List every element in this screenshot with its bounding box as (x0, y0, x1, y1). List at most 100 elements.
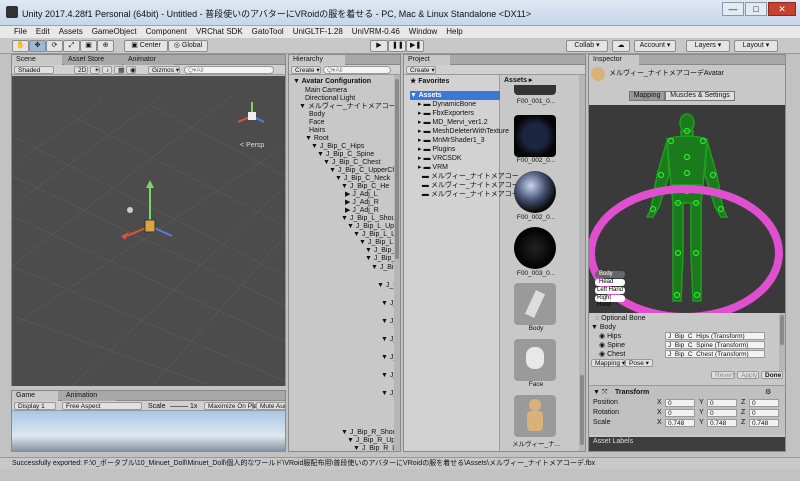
tab-inspector[interactable]: Inspector (589, 55, 639, 65)
favorites-label[interactable]: ★ Favorites (410, 77, 449, 86)
minimize-button[interactable]: — (722, 2, 744, 16)
rect-tool-icon[interactable]: ▣ (80, 40, 97, 52)
scene-viewport[interactable]: < Persp (12, 76, 285, 386)
menu-unigltf[interactable]: UniGLTF-1.28 (293, 26, 343, 38)
layers-dropdown[interactable]: Layers ▾ (686, 40, 730, 52)
tab-animator[interactable]: Animator (124, 55, 174, 65)
tab-hierarchy[interactable]: Hierarchy (289, 55, 345, 65)
transform-tool-icon[interactable]: ⊕ (97, 40, 114, 52)
scale-z-field[interactable]: 0.748 (749, 419, 779, 427)
collab-button[interactable]: Collab ▾ (566, 40, 608, 52)
menu-help[interactable]: Help (446, 26, 462, 38)
scale-y-field[interactable]: 0.748 (707, 419, 737, 427)
scene-search-input[interactable]: Q▾All (184, 66, 274, 74)
pivot-global-button[interactable]: ◎ Global (168, 40, 208, 52)
position-z-field[interactable]: 0 (749, 399, 779, 407)
tab-animation[interactable]: Animation (62, 391, 116, 401)
asset-thumbnail[interactable] (514, 171, 556, 213)
inspector-scroll-thumb[interactable] (780, 315, 784, 345)
folder-item[interactable]: ▬ メルヴィー_ナイトメアコー (418, 190, 519, 199)
component-settings-icon[interactable]: ⚙ (765, 388, 771, 397)
2d-toggle[interactable]: 2D (74, 66, 88, 74)
shading-mode-dropdown[interactable]: Shaded (14, 66, 54, 74)
position-x-field[interactable]: 0 (665, 399, 695, 407)
rotation-y-field[interactable]: 0 (707, 409, 737, 417)
menu-window[interactable]: Window (409, 26, 437, 38)
folder-item[interactable]: ▸ ▬ VRCSDK (418, 154, 462, 163)
pose-dropdown[interactable]: Pose ▾ (625, 359, 653, 367)
hierarchy-scrollbar[interactable] (394, 75, 400, 451)
project-create-button[interactable]: Create ▾ (406, 66, 436, 74)
folder-item[interactable]: ▸ ▬ Plugins (418, 145, 455, 154)
hierarchy-item[interactable]: ▼ J_I (377, 281, 395, 290)
hierarchy-item[interactable]: ▼ J_Bip_ (365, 254, 395, 263)
menu-file[interactable]: File (14, 26, 27, 38)
hierarchy-item[interactable]: ▼ J_Bip_R_L (353, 444, 396, 451)
apply-button[interactable]: Apply (737, 371, 759, 379)
maximize-on-play-toggle[interactable]: Maximize On Play (204, 402, 260, 410)
rotation-z-field[interactable]: 0 (749, 409, 779, 417)
done-button[interactable]: Done (761, 371, 783, 379)
tab-project[interactable]: Project (404, 55, 450, 65)
cloud-icon[interactable]: ☁ (612, 40, 630, 52)
hierarchy-item[interactable]: ▼ J_Bi (371, 263, 394, 272)
bone-group-left-hand[interactable]: Left Hand (595, 287, 625, 294)
hierarchy-scene-root[interactable]: ▼ Avatar Configuration (293, 77, 371, 86)
menu-component[interactable]: Component (146, 26, 187, 38)
tab-muscles-settings[interactable]: Muscles & Settings (665, 91, 735, 101)
asset-thumbnail[interactable] (514, 339, 556, 381)
menu-gatotool[interactable]: GatoTool (252, 26, 284, 38)
bone-field-chest[interactable]: J_Bip_C_Chest (Transform) (665, 350, 765, 358)
folder-item[interactable]: ▬ メルヴィー_ナイトメアコー (418, 172, 519, 181)
folder-item[interactable]: ▸ ▬ MnMrShader1_3 (418, 136, 485, 145)
asset-thumbnail[interactable] (514, 227, 556, 269)
bone-field-hips[interactable]: J_Bip_C_Hips (Transform) (665, 332, 765, 340)
bone-field-spine[interactable]: J_Bip_C_Spine (Transform) (665, 341, 765, 349)
hierarchy-search-input[interactable]: Q▾All (323, 66, 391, 74)
persp-label[interactable]: < Persp (240, 142, 264, 149)
inspector-scrollbar[interactable] (779, 313, 785, 371)
hierarchy-scroll-thumb[interactable] (395, 79, 399, 259)
bone-group-head[interactable]: Head (595, 279, 625, 286)
lighting-icon[interactable]: ☀ (90, 66, 100, 74)
asset-labels-bar[interactable]: Asset Labels (589, 437, 785, 451)
body-section-header[interactable]: ▼ Body (591, 323, 616, 332)
revert-button[interactable]: Revert (711, 371, 735, 379)
maximize-button[interactable]: □ (745, 2, 767, 16)
bone-group-body[interactable]: Body (595, 271, 625, 278)
asset-thumbnail[interactable] (514, 283, 556, 325)
scale-tool-icon[interactable]: ⤢ (63, 40, 80, 52)
hidden-objects-icon[interactable]: ◉ (126, 66, 136, 74)
tab-mapping[interactable]: Mapping (629, 91, 665, 101)
gizmos-dropdown[interactable]: Gizmos ▾ (148, 66, 180, 74)
transform-icon[interactable]: ▼ ⤧ (593, 388, 607, 397)
hierarchy-create-button[interactable]: Create ▾ (291, 66, 321, 74)
pivot-center-button[interactable]: ▣ Center (124, 40, 168, 52)
pause-button-icon[interactable]: ❚❚ (388, 40, 406, 52)
mute-audio-toggle[interactable]: Mute Audio (256, 402, 286, 410)
menu-assets[interactable]: Assets (59, 26, 83, 38)
aspect-dropdown[interactable]: Free Aspect (62, 402, 142, 410)
asset-thumbnail[interactable] (514, 115, 556, 157)
folder-item[interactable]: ▸ ▬ DynamicBone (418, 100, 476, 109)
close-button[interactable]: ✕ (768, 2, 796, 16)
menu-univrm[interactable]: UniVRM-0.46 (352, 26, 400, 38)
account-button[interactable]: Account ▾ (634, 40, 676, 52)
move-tool-icon[interactable]: ✥ (29, 40, 46, 52)
menu-vrchat-sdk[interactable]: VRChat SDK (196, 26, 243, 38)
tab-game[interactable]: Game (12, 391, 58, 401)
folder-item[interactable]: ▸ ▬ VRM (418, 163, 448, 172)
folder-item[interactable]: ▬ メルヴィー_ナイトメアコー (418, 181, 519, 190)
rotate-tool-icon[interactable]: ⟳ (46, 40, 63, 52)
menu-edit[interactable]: Edit (36, 26, 50, 38)
project-scroll-thumb[interactable] (580, 375, 584, 445)
project-scrollbar[interactable] (579, 75, 585, 451)
folder-item[interactable]: ▸ ▬ MeshDeleterWithTexture (418, 127, 509, 136)
hand-tool-icon[interactable]: ✋ (12, 40, 29, 52)
effects-icon[interactable]: ▦ (114, 66, 124, 74)
bone-group-right-hand[interactable]: Right Hand (595, 295, 625, 308)
menu-gameobject[interactable]: GameObject (92, 26, 137, 38)
avatar-mapping-view[interactable]: Body Head Left Hand Right Hand (589, 105, 785, 321)
step-button-icon[interactable]: ▶❚ (406, 40, 424, 52)
rotation-x-field[interactable]: 0 (665, 409, 695, 417)
